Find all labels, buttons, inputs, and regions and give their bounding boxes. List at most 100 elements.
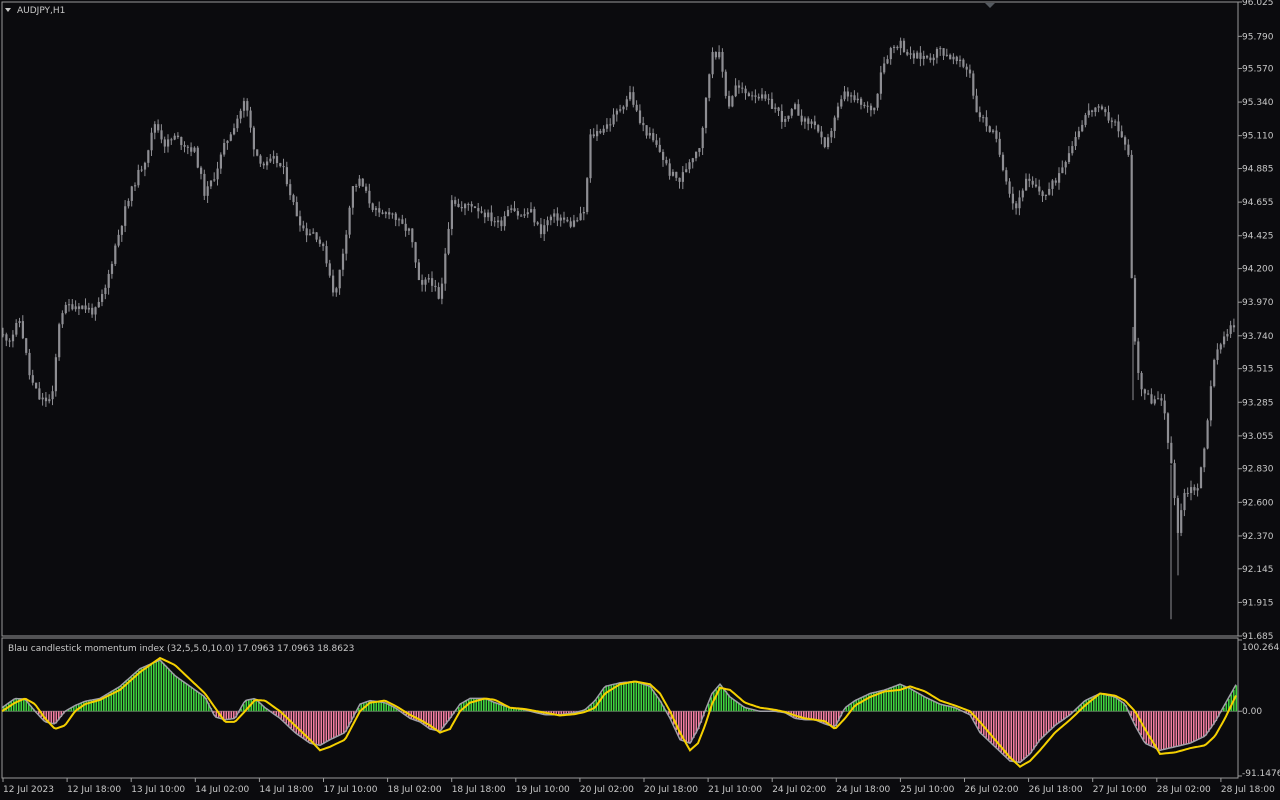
candle-body [473, 206, 477, 209]
histogram-bar [15, 698, 18, 712]
histogram-bar [160, 660, 163, 712]
candle-body [751, 95, 754, 97]
candle-body [1150, 394, 1153, 404]
candle-body [922, 55, 925, 59]
histogram-bar [193, 688, 195, 712]
histogram-bar [848, 705, 850, 712]
candle-body [516, 211, 519, 216]
candle-body [239, 110, 242, 119]
candle-body [569, 221, 572, 227]
candle-body [31, 375, 34, 383]
candle-body [1153, 399, 1156, 404]
histogram-bar [863, 696, 865, 712]
candle-body [200, 167, 203, 174]
candle-body [437, 287, 440, 299]
candle-body [450, 200, 453, 229]
candle-body [1147, 393, 1150, 395]
candle-body [487, 212, 490, 218]
histogram-bar [1025, 711, 1028, 758]
candle-body [414, 242, 417, 263]
candle-body [348, 207, 351, 235]
candle-body [1058, 173, 1061, 183]
price-tick-label: 92.370 [1242, 532, 1274, 542]
histogram-bar [913, 690, 915, 712]
candle-body [530, 209, 533, 213]
histogram-bar [1035, 711, 1038, 747]
candle-body [939, 48, 942, 50]
candle-body [1087, 110, 1090, 116]
candle-body [1117, 121, 1120, 132]
histogram-bar [1015, 711, 1018, 762]
histogram-bar [293, 711, 295, 731]
histogram-bar [310, 711, 313, 744]
candle-body [959, 59, 962, 62]
histogram-bar [318, 711, 320, 745]
candle-body [25, 338, 28, 353]
candle-body [272, 156, 275, 159]
candle-body [579, 213, 582, 221]
candle-body [1054, 180, 1057, 183]
candle-body [229, 134, 232, 141]
candle-body [223, 143, 226, 155]
histogram-bar [483, 698, 485, 712]
candle-body [846, 91, 849, 97]
candle-body [1196, 488, 1199, 491]
candle-body [926, 55, 929, 58]
candle-body [853, 95, 856, 101]
histogram-bar [170, 671, 173, 712]
candle-body [233, 128, 236, 135]
candle-body [539, 224, 543, 235]
histogram-bar [1110, 695, 1113, 712]
candle-body [635, 104, 638, 111]
candle-body [384, 212, 387, 214]
candle-body [1011, 193, 1014, 204]
price-tick-label: 92.830 [1242, 465, 1274, 475]
histogram-bar [435, 711, 438, 731]
histogram-bar [1180, 711, 1183, 746]
candle-body [836, 106, 840, 118]
candle-body [259, 155, 262, 164]
histogram-bar [473, 698, 475, 712]
candle-body [1206, 420, 1209, 449]
histogram-bar [295, 711, 298, 733]
histogram-bar [1155, 711, 1158, 749]
histogram-bar [1183, 711, 1185, 745]
histogram-bar [1168, 711, 1170, 749]
candle-body [619, 109, 622, 111]
candle-body [421, 280, 424, 285]
time-tick-label: 24 Jul 18:00 [836, 785, 890, 795]
candle-body [130, 186, 133, 201]
candle-body [988, 126, 991, 132]
time-tick-label: 17 Jul 10:00 [324, 785, 378, 795]
candle-body [398, 219, 401, 221]
candle-body [1015, 203, 1018, 209]
candle-body [1226, 333, 1229, 337]
candle-body [949, 54, 952, 60]
histogram-bar [1158, 711, 1160, 750]
candle-body [216, 168, 219, 180]
candle-body [104, 287, 107, 295]
candle-body [945, 54, 948, 56]
candle-body [213, 179, 216, 181]
histogram-bar [723, 688, 725, 712]
histogram-bar [910, 688, 913, 712]
candle-body [81, 305, 84, 309]
histogram-bar [290, 711, 293, 729]
histogram-bar [153, 663, 155, 712]
candle-body [193, 147, 196, 152]
histogram-bar [1200, 711, 1203, 739]
candle-body [150, 132, 153, 151]
trading-chart[interactable]: 96.025 95.790 95.570 95.340 95.110 94.885 94.6… [0, 0, 1280, 800]
candle-body [734, 85, 737, 97]
candle-body [731, 96, 734, 107]
candle-body [886, 59, 889, 64]
candle-body [341, 253, 345, 270]
candle-body [318, 239, 321, 244]
histogram-bar [343, 711, 345, 734]
histogram-bar [990, 711, 993, 743]
candle-body [203, 173, 206, 196]
histogram-bar [1175, 711, 1178, 747]
histogram-bar [898, 684, 900, 712]
candle-body [1143, 389, 1146, 394]
candle-body [665, 159, 668, 164]
